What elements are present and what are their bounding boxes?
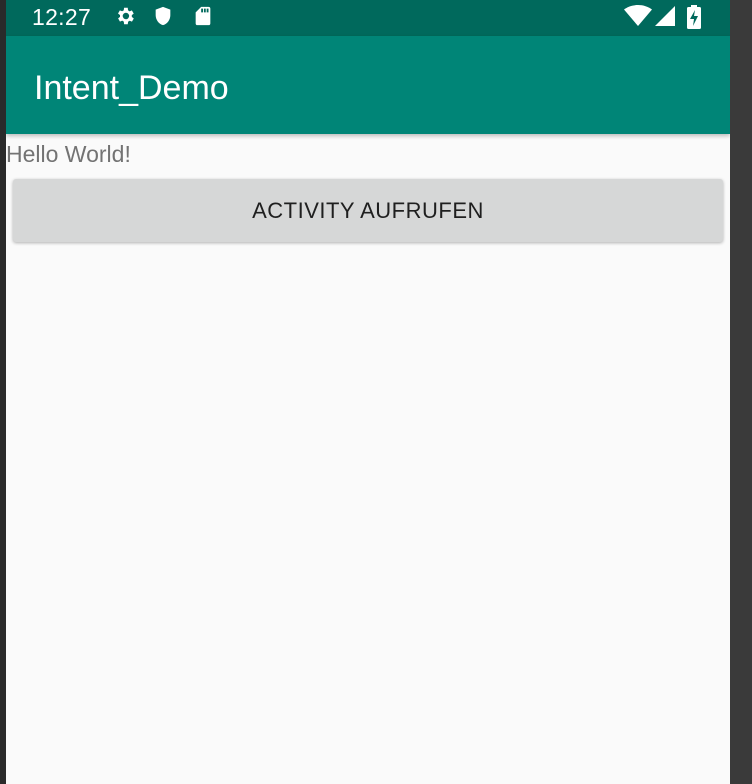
shield-icon xyxy=(152,5,174,27)
wifi-icon xyxy=(624,5,652,27)
device-screen: 12:27 Intent_Demo Hello World! ACTIVITY … xyxy=(6,0,730,784)
signal-icon xyxy=(654,5,676,27)
hello-world-text: Hello World! xyxy=(6,141,131,167)
app-title: Intent_Demo xyxy=(34,69,229,107)
right-bezel xyxy=(730,0,752,784)
sd-card-icon xyxy=(192,5,214,27)
call-activity-button[interactable]: ACTIVITY AUFRUFEN xyxy=(13,179,723,242)
app-bar: Intent_Demo xyxy=(6,36,730,134)
battery-icon xyxy=(686,5,702,29)
status-time: 12:27 xyxy=(32,4,92,30)
status-bar: 12:27 xyxy=(6,0,730,36)
gear-icon xyxy=(114,5,136,27)
